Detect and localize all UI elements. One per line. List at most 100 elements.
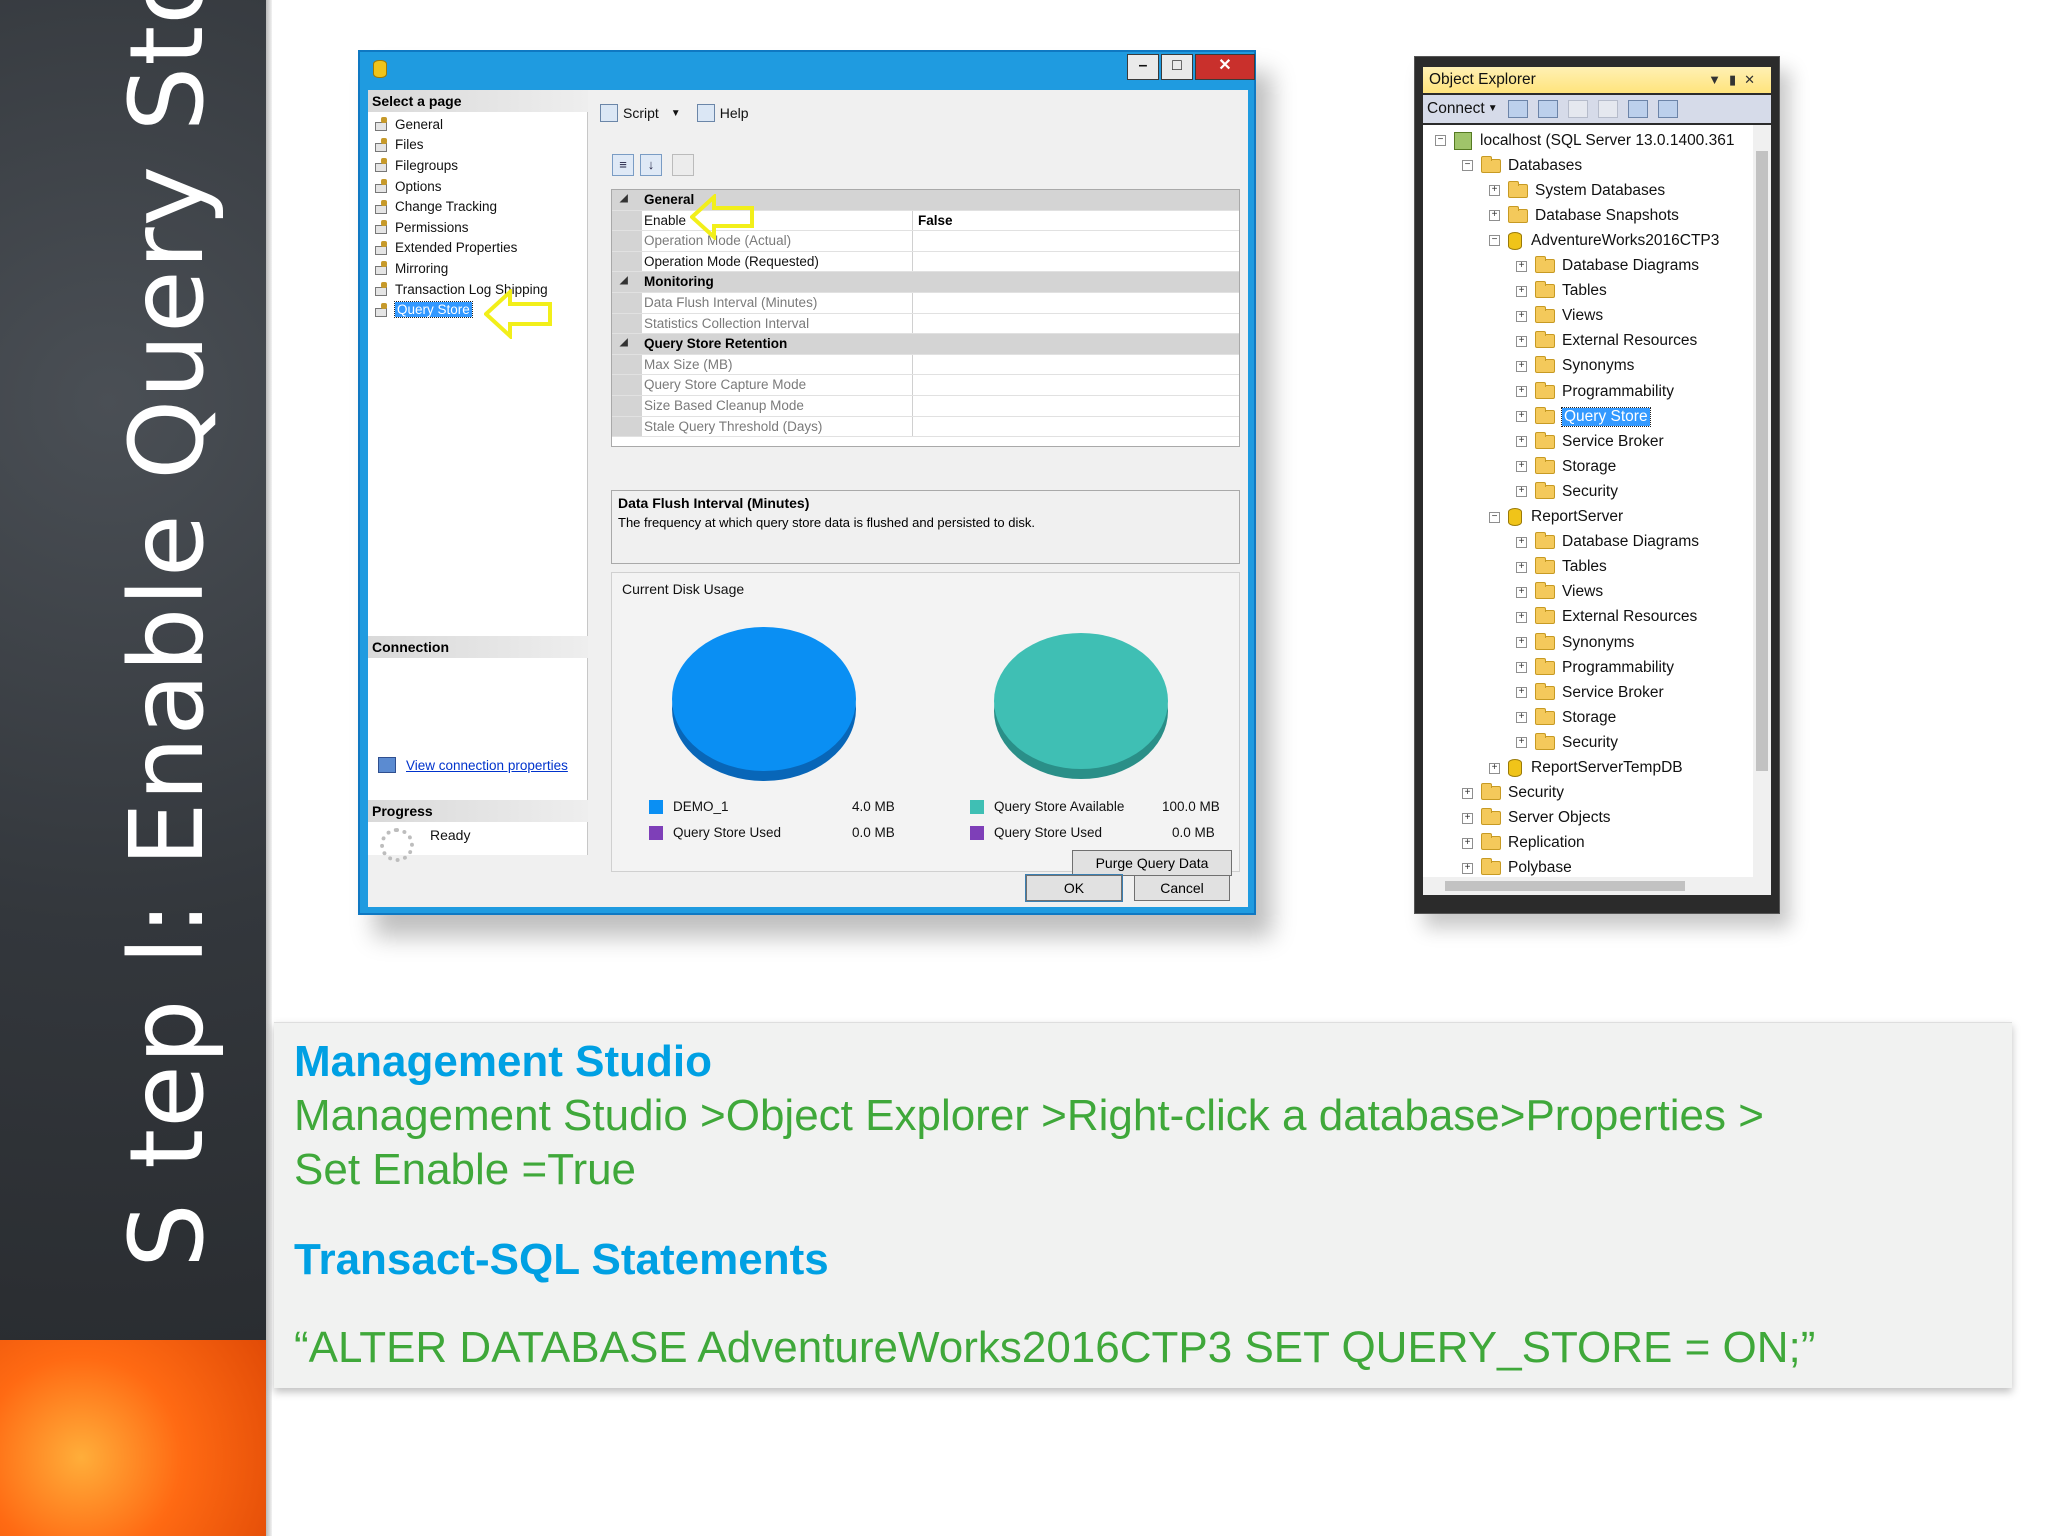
expand-icon[interactable]: + xyxy=(1516,386,1527,397)
tree-node[interactable]: + System Databases xyxy=(1489,178,1665,203)
expand-icon[interactable]: + xyxy=(1516,285,1527,297)
page-item-mirroring[interactable]: Mirroring xyxy=(374,258,548,279)
refresh-icon[interactable] xyxy=(1627,100,1648,118)
expand-icon[interactable]: + xyxy=(1516,586,1527,598)
collapse-icon[interactable]: − xyxy=(1462,160,1473,172)
sort-alphabetical-icon[interactable]: ↓ xyxy=(640,154,662,176)
expand-icon[interactable]: + xyxy=(1516,687,1527,699)
help-button[interactable]: Help xyxy=(696,104,749,122)
category-monitoring[interactable]: ◢ Monitoring xyxy=(612,272,1239,293)
tree-node[interactable]: + External Resources xyxy=(1516,605,1697,630)
activity-monitor-icon[interactable] xyxy=(1657,100,1678,118)
enable-value[interactable]: False xyxy=(918,213,953,228)
purge-query-data-button[interactable]: Purge Query Data xyxy=(1072,850,1232,876)
expand-icon[interactable]: + xyxy=(1516,310,1527,322)
tree-node[interactable]: + Database Snapshots xyxy=(1489,203,1679,228)
property-row-max-size[interactable]: Max Size (MB) xyxy=(612,354,1239,376)
property-row-stale-threshold[interactable]: Stale Query Threshold (Days) xyxy=(612,416,1239,438)
script-button[interactable]: Script ▼ xyxy=(600,104,681,122)
expand-icon[interactable]: + xyxy=(1516,436,1527,448)
tree-node[interactable]: + Programmability xyxy=(1516,379,1674,404)
tree-node[interactable]: + Synonyms xyxy=(1516,630,1634,655)
expand-icon[interactable]: + xyxy=(1489,185,1500,197)
tree-node[interactable]: + Security xyxy=(1516,479,1618,504)
minimize-button[interactable]: – xyxy=(1127,54,1159,80)
page-item-options[interactable]: Options xyxy=(374,176,548,197)
tree-node[interactable]: + Server Objects xyxy=(1462,806,1611,831)
tree-node[interactable]: + External Resources xyxy=(1516,329,1697,354)
scroll-thumb[interactable] xyxy=(1756,151,1768,771)
expand-icon[interactable]: + xyxy=(1489,762,1500,774)
expand-icon[interactable]: + xyxy=(1516,712,1527,724)
property-row-operation-mode-requested[interactable]: Operation Mode (Requested) xyxy=(612,251,1239,273)
panel-controls[interactable]: ▼▮✕ xyxy=(1708,67,1763,93)
tree-node[interactable]: + ReportServerTempDB xyxy=(1489,756,1683,781)
tree-node[interactable]: + Service Broker xyxy=(1516,680,1664,705)
expand-icon[interactable]: + xyxy=(1516,335,1527,347)
expand-icon[interactable]: + xyxy=(1516,536,1527,548)
collapse-icon[interactable]: ◢ xyxy=(620,193,628,204)
property-row-data-flush-interval[interactable]: Data Flush Interval (Minutes) xyxy=(612,293,1239,314)
tree-node[interactable]: + Security xyxy=(1462,781,1564,806)
page-item-filegroups[interactable]: Filegroups xyxy=(374,155,548,176)
tree-node[interactable]: − localhost (SQL Server 13.0.1400.361 xyxy=(1435,128,1734,153)
collapse-icon[interactable]: − xyxy=(1489,235,1500,247)
property-row-cleanup-mode[interactable]: Size Based Cleanup Mode xyxy=(612,396,1239,417)
expand-icon[interactable]: + xyxy=(1516,260,1527,272)
chevron-down-icon[interactable]: ▼ xyxy=(671,108,681,119)
expand-icon[interactable]: + xyxy=(1516,486,1527,498)
expand-icon[interactable]: + xyxy=(1516,637,1527,648)
tree-node[interactable]: + Replication xyxy=(1462,831,1585,856)
tree-node[interactable]: + Database Diagrams xyxy=(1516,530,1699,555)
maximize-button[interactable]: □ xyxy=(1161,54,1193,80)
categorized-icon[interactable]: ≡ xyxy=(612,154,634,176)
connect-server-icon[interactable] xyxy=(1507,100,1528,118)
vertical-scrollbar[interactable] xyxy=(1753,125,1771,877)
expand-icon[interactable]: + xyxy=(1516,737,1527,749)
property-row-statistics-collection-interval[interactable]: Statistics Collection Interval xyxy=(612,313,1239,335)
expand-icon[interactable]: + xyxy=(1489,210,1500,222)
tree-node[interactable]: + Views xyxy=(1516,580,1603,605)
tree-node[interactable]: + Service Broker xyxy=(1516,429,1664,454)
page-item-permissions[interactable]: Permissions xyxy=(374,217,548,238)
tree-node[interactable]: + Tables xyxy=(1516,279,1607,304)
property-row-capture-mode[interactable]: Query Store Capture Mode xyxy=(612,375,1239,396)
expand-icon[interactable]: + xyxy=(1516,561,1527,573)
tree-node[interactable]: + Synonyms xyxy=(1516,354,1634,379)
tree-node[interactable]: + Programmability xyxy=(1516,655,1674,680)
view-connection-properties-link[interactable]: View connection properties xyxy=(378,757,568,773)
stop-icon[interactable] xyxy=(1567,100,1588,118)
expand-icon[interactable]: + xyxy=(1462,787,1473,799)
collapse-icon[interactable]: ◢ xyxy=(620,275,628,286)
page-item-general[interactable]: General xyxy=(374,114,548,135)
page-item-change-tracking[interactable]: Change Tracking xyxy=(374,196,548,217)
connect-button[interactable]: Connect xyxy=(1427,95,1485,123)
page-item-extended-properties[interactable]: Extended Properties xyxy=(374,238,548,259)
tree-node[interactable]: + Tables xyxy=(1516,555,1607,580)
expand-icon[interactable]: + xyxy=(1516,461,1527,473)
expand-icon[interactable]: + xyxy=(1516,611,1527,623)
tree-node[interactable]: − ReportServer xyxy=(1489,505,1623,530)
tree-node[interactable]: + Security xyxy=(1516,730,1618,755)
disconnect-icon[interactable] xyxy=(1537,100,1558,118)
expand-icon[interactable]: + xyxy=(1462,862,1473,874)
expand-icon[interactable]: + xyxy=(1516,662,1527,674)
category-retention[interactable]: ◢ Query Store Retention xyxy=(612,334,1239,355)
tree-node[interactable]: + Query Store xyxy=(1516,404,1651,429)
tree-node[interactable]: − AdventureWorks2016CTP3 xyxy=(1489,228,1719,253)
expand-icon[interactable]: + xyxy=(1516,411,1527,423)
property-pages-icon[interactable] xyxy=(672,154,694,176)
close-button[interactable]: ✕ xyxy=(1195,54,1255,80)
ok-button[interactable]: OK xyxy=(1025,874,1123,902)
tree-node[interactable]: + Storage xyxy=(1516,454,1616,479)
tree-node[interactable]: + Database Diagrams xyxy=(1516,254,1699,279)
expand-icon[interactable]: + xyxy=(1462,837,1473,849)
collapse-icon[interactable]: ◢ xyxy=(620,337,628,348)
collapse-icon[interactable]: − xyxy=(1435,135,1446,146)
tree-node[interactable]: + Storage xyxy=(1516,705,1616,730)
expand-icon[interactable]: + xyxy=(1462,812,1473,824)
filter-icon[interactable] xyxy=(1597,100,1618,118)
horizontal-scrollbar[interactable] xyxy=(1423,877,1771,895)
collapse-icon[interactable]: − xyxy=(1489,511,1500,523)
cancel-button[interactable]: Cancel xyxy=(1134,875,1230,901)
